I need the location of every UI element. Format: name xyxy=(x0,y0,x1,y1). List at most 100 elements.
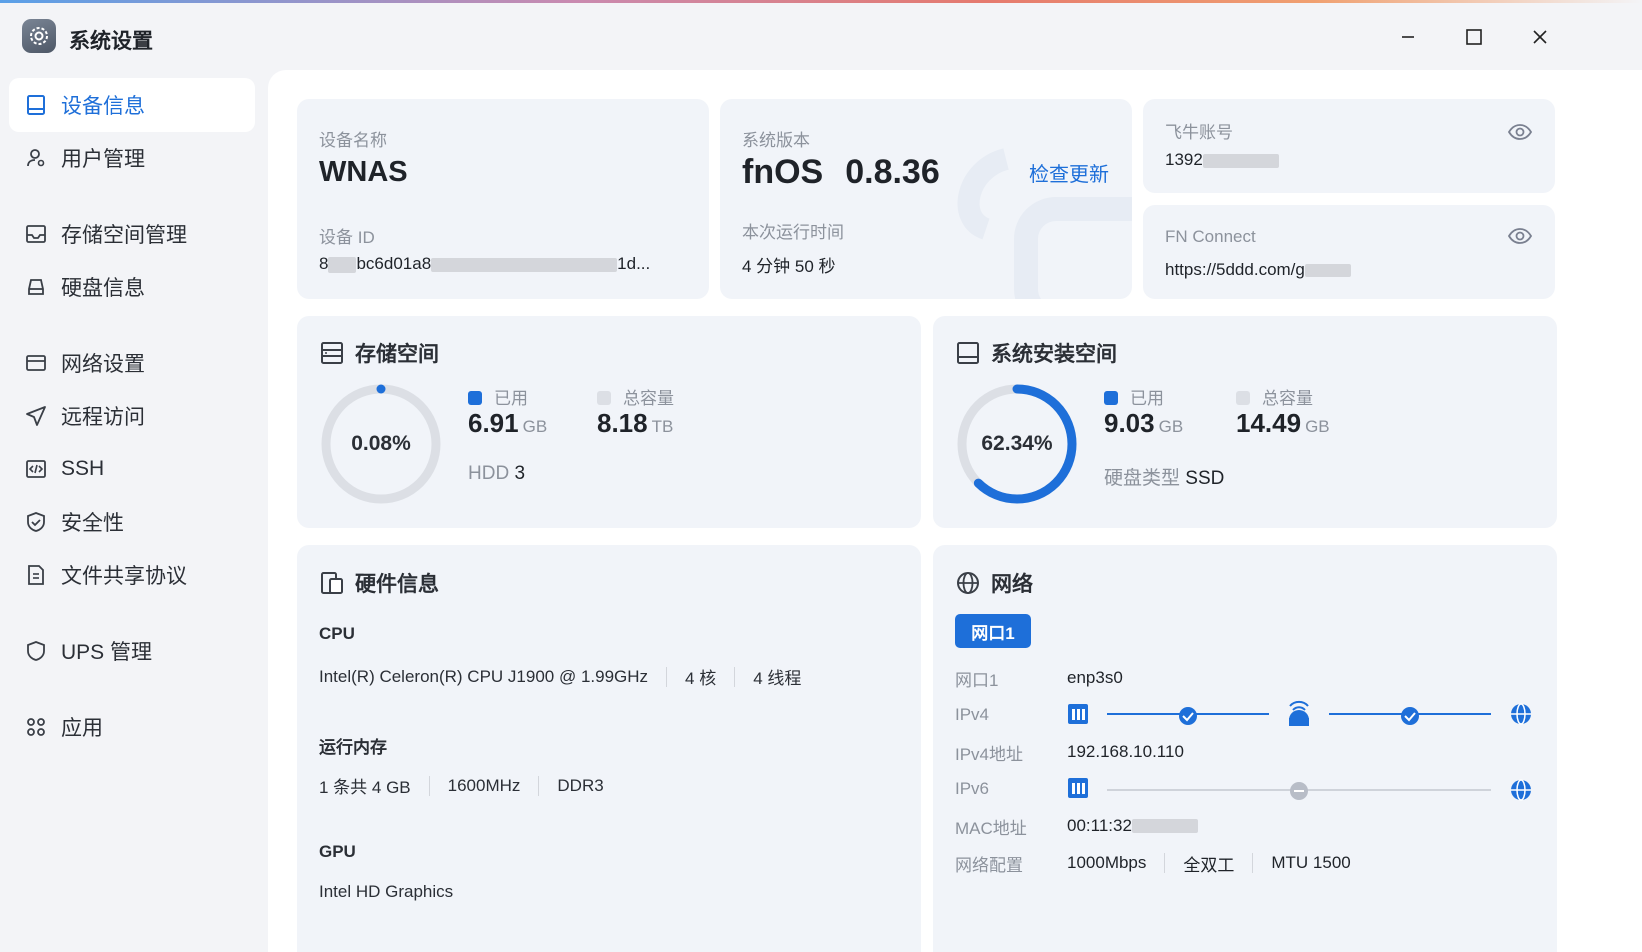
ipv6-connection-diagram xyxy=(1068,778,1531,801)
tab-port-1[interactable]: 网口1 xyxy=(955,614,1031,648)
os-name: fnOS xyxy=(742,153,824,191)
storage-icon xyxy=(23,221,49,247)
total-unit: GB xyxy=(1305,417,1330,436)
globe-icon xyxy=(957,572,979,594)
uptime-label: 本次运行时间 xyxy=(742,223,844,242)
storage-card[interactable]: 存储空间 0.08% 已用 6.91 GB 总容量 8.18 TB HDD 3 xyxy=(297,316,921,528)
uptime-value: 4 分钟 50 秒 xyxy=(742,257,836,276)
eye-icon[interactable] xyxy=(1507,119,1533,145)
link-speed: 1000Mbps xyxy=(1067,853,1147,872)
port-value: enp3s0 xyxy=(1067,668,1123,687)
sidebar-item-label: 远程访问 xyxy=(61,406,145,429)
used-number: 9.03 xyxy=(1104,408,1155,438)
device-name: WNAS xyxy=(319,156,408,188)
sidebar-item-device-info[interactable]: 设备信息 xyxy=(9,78,255,132)
device-id-end: 1d... xyxy=(617,254,651,273)
hardware-card: 硬件信息 CPU Intel(R) Celeron(R) CPU J1900 @… xyxy=(297,545,921,952)
ipv6-key: IPv6 xyxy=(955,779,990,798)
maximize-button[interactable] xyxy=(1460,23,1488,51)
system-install-used-legend: 已用 xyxy=(1104,384,1164,409)
system-version-card: 系统版本 fnOS 0.8.36 检查更新 本次运行时间 4 分钟 50 秒 xyxy=(720,99,1132,299)
storage-total-legend: 总容量 xyxy=(597,384,674,409)
sidebar-item-label: 设备信息 xyxy=(61,95,145,118)
account-number: 1392 xyxy=(1165,150,1203,169)
gpu-model: Intel HD Graphics xyxy=(319,882,454,901)
disk-type: 硬盘类型 SSD xyxy=(1104,463,1224,490)
sidebar-item-ssh[interactable]: SSH xyxy=(9,442,255,496)
hardware-title-text: 硬件信息 xyxy=(355,573,439,596)
hdd-count-value: 3 xyxy=(514,463,526,484)
mac-value: 00:11:32 xyxy=(1067,816,1198,836)
minimize-button[interactable] xyxy=(1394,23,1422,51)
system-install-used-value: 9.03 GB xyxy=(1104,408,1183,439)
shield-check-icon xyxy=(23,509,49,535)
sidebar-item-network-settings[interactable]: 网络设置 xyxy=(9,336,255,390)
sidebar-item-label: 应用 xyxy=(61,717,103,740)
sidebar-item-ups[interactable]: UPS 管理 xyxy=(9,624,255,678)
system-version: fnOS 0.8.36 xyxy=(742,153,940,192)
sidebar-item-security[interactable]: 安全性 xyxy=(9,495,255,549)
network-row-ipv4: IPv4 xyxy=(955,703,1067,727)
ipv4-key: IPv4 xyxy=(955,705,990,724)
mtu: MTU 1500 xyxy=(1271,853,1351,872)
eye-icon[interactable] xyxy=(1507,223,1533,249)
used-legend-swatch xyxy=(1104,391,1118,405)
mac-value-text: 00:11:32 xyxy=(1067,816,1132,835)
sidebar-item-storage-management[interactable]: 存储空间管理 xyxy=(9,207,255,261)
used-unit: GB xyxy=(522,417,548,436)
used-label: 已用 xyxy=(1130,389,1164,408)
sidebar-item-label: SSH xyxy=(61,457,105,480)
sidebar-item-remote-access[interactable]: 远程访问 xyxy=(9,389,255,443)
network-row-port: 网口1 enp3s0 xyxy=(955,666,1123,690)
redaction-mask xyxy=(1202,153,1279,168)
system-install-total-legend: 总容量 xyxy=(1236,384,1313,409)
system-install-title-text: 系统安装空间 xyxy=(991,343,1117,366)
hdd-count: HDD 3 xyxy=(468,463,525,485)
check-update-link[interactable]: 检查更新 xyxy=(1029,158,1109,187)
apps-icon xyxy=(23,714,49,740)
sidebar-item-disk-info[interactable]: 硬盘信息 xyxy=(9,260,255,314)
total-number: 8.18 xyxy=(597,408,648,438)
close-button[interactable] xyxy=(1526,23,1554,51)
total-label: 总容量 xyxy=(623,389,674,408)
network-title-text: 网络 xyxy=(991,573,1033,596)
disk-type-label: 硬盘类型 xyxy=(1104,468,1181,489)
system-install-percent: 62.34% xyxy=(981,432,1053,455)
cpu-info: Intel(R) Celeron(R) CPU J1900 @ 1.99GHz 4… xyxy=(319,664,801,689)
memory-info: 1 条共 4 GB 1600MHz DDR3 xyxy=(319,773,604,798)
cpu-model: Intel(R) Celeron(R) CPU J1900 @ 1.99GHz xyxy=(319,666,649,686)
storage-title-text: 存储空间 xyxy=(355,343,439,366)
redaction-mask xyxy=(328,256,357,273)
system-install-card[interactable]: 系统安装空间 62.34% 已用 9.03 GB 总容量 14.49 GB 硬盘类型… xyxy=(933,316,1557,528)
storage-used-legend: 已用 xyxy=(468,384,528,409)
sidebar-item-file-sharing[interactable]: 文件共享协议 xyxy=(9,548,255,602)
total-legend-swatch xyxy=(597,391,611,405)
memory-label: 运行内存 xyxy=(319,738,387,757)
redaction-mask xyxy=(1304,264,1351,278)
device-card: 设备名称 WNAS 设备 ID 8 bc6d01a8 1d... xyxy=(297,99,709,299)
device-id: 8 bc6d01a8 1d... xyxy=(319,254,650,274)
code-icon xyxy=(23,456,49,482)
cpu-threads: 4 线程 xyxy=(753,669,802,688)
used-number: 6.91 xyxy=(468,408,519,438)
account-label: 飞牛账号 xyxy=(1165,123,1233,142)
ipv4-address-key: IPv4地址 xyxy=(955,744,1024,764)
mac-key: MAC地址 xyxy=(955,818,1027,838)
ipv4-address-value: 192.168.10.110 xyxy=(1067,742,1184,761)
used-unit: GB xyxy=(1158,417,1184,436)
send-icon xyxy=(23,403,49,429)
sidebar-item-apps[interactable]: 应用 xyxy=(9,700,255,754)
gpu-label: GPU xyxy=(319,842,356,861)
network-row-ipv6: IPv6 xyxy=(955,777,1067,801)
storage-percent: 0.08% xyxy=(351,432,411,455)
redaction-mask xyxy=(1131,819,1198,833)
network-settings-icon xyxy=(23,350,49,376)
system-install-title: 系统安装空间 xyxy=(955,338,1117,368)
sidebar-item-user-management[interactable]: 用户管理 xyxy=(9,131,255,185)
os-version: 0.8.36 xyxy=(845,153,940,191)
storage-total-value: 8.18 TB xyxy=(597,408,673,439)
sidebar: 设备信息 用户管理 存储空间管理 硬盘信息 网络设置 远程访问 SSH 安全性 … xyxy=(0,70,262,952)
settings-app-icon xyxy=(22,19,56,53)
disk-icon xyxy=(957,342,979,364)
device-icon xyxy=(23,92,49,118)
